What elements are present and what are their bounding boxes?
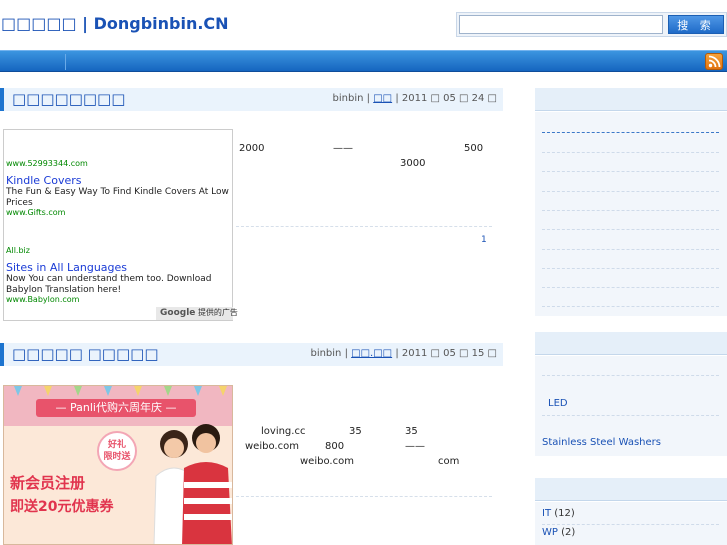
- promo-people-illustration: [153, 424, 232, 544]
- sidebar-divider: [542, 171, 719, 172]
- post-category-link[interactable]: □□.□□: [351, 348, 392, 359]
- sidebar: LED Stainless Steel Washers IT (12) WP (…: [535, 88, 727, 545]
- post-author: binbin: [332, 93, 364, 104]
- sidebar-divider: [542, 210, 719, 211]
- post-date: | 2011 □ 05 □ 15 □: [395, 348, 497, 359]
- post-text: ——: [333, 143, 353, 154]
- post-meta: binbin | □□ | 2011 □ 05 □ 24 □: [332, 93, 497, 104]
- main-nav-bar: [0, 50, 727, 72]
- nav-divider: [65, 54, 66, 70]
- sidebar-divider: [542, 415, 719, 416]
- sidebar-divider: [542, 191, 719, 192]
- post-header: □□□□□□□□ binbin | □□ | 2011 □ 05 □ 24 □: [0, 88, 503, 111]
- sidebar-divider: [542, 524, 719, 525]
- category-link-it[interactable]: IT: [542, 508, 551, 519]
- post-divider: [236, 496, 492, 497]
- comment-count-link[interactable]: 1: [481, 235, 487, 245]
- sidebar-divider: [542, 229, 719, 230]
- sidebar-widget-header: [535, 332, 727, 355]
- search-input[interactable]: [459, 15, 663, 34]
- sidebar-divider: [542, 287, 719, 288]
- sidebar-divider: [542, 375, 719, 376]
- ad-url[interactable]: www.Babylon.com: [6, 295, 79, 304]
- google-ad-box: www.52993344.com Kindle Covers The Fun &…: [3, 129, 238, 321]
- promo-gift-bubble: 好礼 限时送: [97, 431, 137, 471]
- ads-by-google-label[interactable]: Google 提供的广告: [156, 307, 238, 320]
- promo-banner-image[interactable]: — Panli代购六周年庆 — 好礼 限时送 新会员注册 即送20元优惠券: [3, 385, 233, 545]
- post-text: 35: [349, 426, 362, 437]
- search-box: 搜 索: [456, 12, 727, 37]
- post-title[interactable]: □□□□□□□□: [12, 90, 125, 108]
- sidebar-divider: [542, 268, 719, 269]
- google-label-text: 提供的广告: [197, 308, 238, 317]
- category-item: WP (2): [542, 527, 575, 538]
- ad-title[interactable]: Sites in All Languages: [6, 261, 127, 274]
- category-count: (12): [554, 508, 575, 519]
- ad-url[interactable]: www.Gifts.com: [6, 208, 65, 217]
- post-date: | 2011 □ 05 □ 24 □: [395, 93, 497, 104]
- category-item: IT (12): [542, 508, 575, 519]
- ad-description: Now You can understand them too. Downloa…: [6, 274, 212, 295]
- post-text: loving.cc: [261, 426, 306, 437]
- sidebar-widget-body: [535, 112, 727, 316]
- post-author: binbin: [310, 348, 342, 359]
- ad-description: The Fun & Easy Way To Find Kindle Covers…: [6, 187, 229, 208]
- site-title[interactable]: □□□□□ | Dongbinbin.CN: [1, 14, 229, 33]
- sidebar-divider: [542, 132, 719, 133]
- sidebar-link-washers[interactable]: Stainless Steel Washers: [542, 437, 661, 448]
- post-text: 2000: [239, 143, 265, 154]
- category-link-wp[interactable]: WP: [542, 527, 558, 538]
- post-text: 3000: [400, 158, 426, 169]
- promo-headline: 新会员注册: [10, 474, 86, 492]
- sidebar-categories-body: IT (12) WP (2): [535, 502, 727, 545]
- post-category-link[interactable]: □□: [373, 93, 392, 104]
- sidebar-divider: [542, 249, 719, 250]
- rss-icon[interactable]: [705, 53, 723, 70]
- post-text: ——: [405, 441, 425, 452]
- sidebar-widget-header: [535, 88, 727, 111]
- site-header: □□□□□ | Dongbinbin.CN 搜 索: [0, 0, 727, 50]
- post-divider: [236, 226, 492, 227]
- sidebar-categories-header: [535, 478, 727, 501]
- ad-title[interactable]: Kindle Covers: [6, 174, 82, 187]
- promo-banner-text: — Panli代购六周年庆 —: [36, 399, 196, 417]
- sidebar-link-led[interactable]: LED: [548, 398, 568, 409]
- post-text: 35: [405, 426, 418, 437]
- ad-sponsor[interactable]: All.biz: [6, 246, 30, 255]
- sidebar-divider: [542, 306, 719, 307]
- post-meta: binbin | □□.□□ | 2011 □ 05 □ 15 □: [310, 348, 497, 359]
- sidebar-links-body: LED Stainless Steel Washers: [535, 356, 727, 456]
- post-text: 800: [325, 441, 345, 452]
- post-title[interactable]: □□□□□ □□□□□: [12, 345, 159, 363]
- promo-subheadline: 即送20元优惠券: [10, 499, 114, 515]
- ad-url[interactable]: www.52993344.com: [6, 159, 88, 168]
- search-button[interactable]: 搜 索: [668, 15, 724, 34]
- sidebar-divider: [542, 152, 719, 153]
- post-text: weibo.com: [245, 441, 299, 452]
- post-text: weibo.com: [300, 456, 354, 467]
- post-header: □□□□□ □□□□□ binbin | □□.□□ | 2011 □ 05 □…: [0, 343, 503, 366]
- post-text: com: [438, 456, 460, 467]
- post-text: 500: [464, 143, 484, 154]
- google-brand: Google: [160, 308, 196, 318]
- category-count: (2): [561, 527, 576, 538]
